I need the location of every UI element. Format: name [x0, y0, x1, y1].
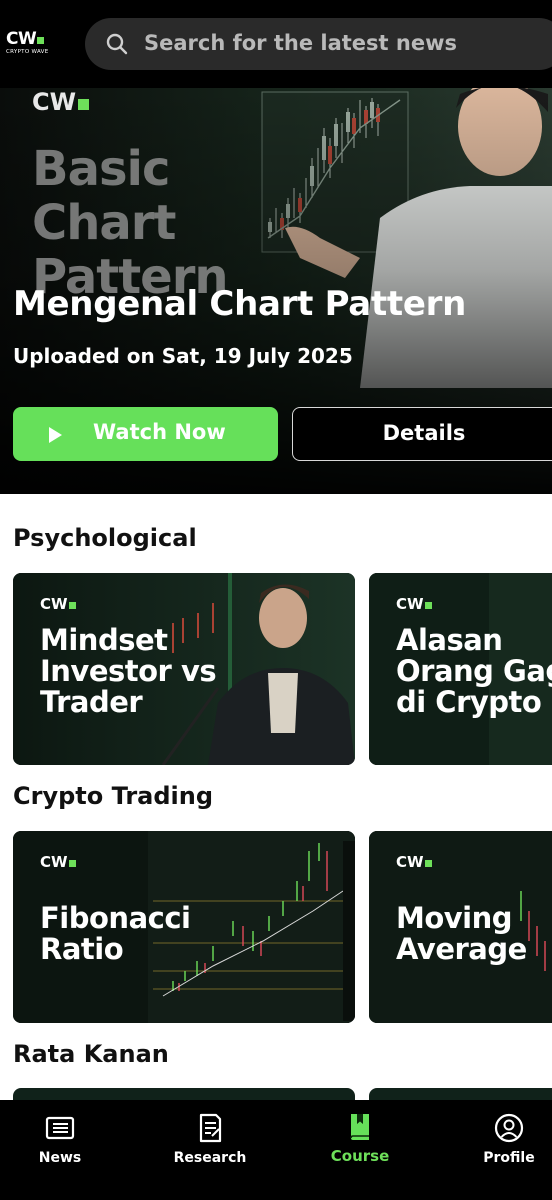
course-card[interactable]: CW Mindset Investor vs Trader	[13, 573, 355, 765]
course-card[interactable]: CW Alasan Orang Gagal di Crypto	[369, 573, 552, 765]
card-title-line: Average	[396, 932, 527, 966]
card-title-line: Moving	[396, 901, 513, 935]
card-logo: CW	[396, 853, 432, 871]
bottom-navigation: News Research Course Profile	[0, 1100, 552, 1200]
nav-research-label: Research	[173, 1150, 247, 1166]
details-label: Details	[382, 421, 466, 445]
nav-news-label: News	[38, 1150, 82, 1166]
logo-subtitle: CRYPTO WAVE	[6, 49, 49, 55]
card-logo-square	[424, 860, 432, 867]
hero-thumb-line: Basic	[32, 141, 170, 197]
watch-now-label: Watch Now	[93, 420, 226, 444]
card-title-line: di Crypto	[396, 685, 542, 719]
card-logo-square	[68, 602, 76, 609]
nav-research[interactable]: Research	[155, 1100, 265, 1200]
card-title-line: Fibonacci	[40, 901, 191, 935]
card-logo-square	[424, 602, 432, 609]
newspaper-icon	[45, 1116, 75, 1140]
card-logo-text: CW	[396, 853, 424, 871]
card-title-line: Orang Gagal	[396, 654, 552, 688]
nav-course[interactable]: Course	[305, 1100, 415, 1200]
top-bar: CW CRYPTO WAVE Search for the latest new…	[0, 0, 552, 88]
hero-thumb-logo-text: CW	[32, 88, 77, 116]
hero-thumb-logo-square	[78, 99, 90, 110]
card-title-line: Trader	[40, 685, 143, 719]
section-title-rata-kanan: Rata Kanan	[13, 1040, 169, 1068]
hero-thumb-line: Chart	[32, 195, 176, 251]
featured-course-banner[interactable]: CW Basic Chart Pattern Mengenal Chart Pa…	[0, 88, 552, 494]
card-title: Alasan Orang Gagal di Crypto	[396, 625, 552, 718]
card-logo-square	[68, 860, 76, 867]
course-card[interactable]: CW Moving Average	[369, 831, 552, 1023]
play-icon	[49, 427, 62, 443]
course-card[interactable]: CW Fibonacci Ratio	[13, 831, 355, 1023]
search-placeholder: Search for the latest news	[144, 31, 457, 55]
nav-news[interactable]: News	[5, 1100, 115, 1200]
card-title: Moving Average	[396, 903, 527, 965]
search-bar[interactable]: Search for the latest news	[85, 18, 552, 70]
document-icon	[199, 1113, 222, 1143]
details-button[interactable]: Details	[292, 407, 552, 461]
section-title-psychological: Psychological	[13, 524, 197, 552]
book-icon	[350, 1114, 369, 1140]
card-title-line: Alasan	[396, 623, 503, 657]
logo-square	[37, 37, 45, 44]
nav-profile-label: Profile	[483, 1150, 535, 1166]
section-title-crypto-trading: Crypto Trading	[13, 782, 214, 810]
card-logo: CW	[40, 595, 76, 613]
hero-title: Mengenal Chart Pattern	[13, 284, 466, 324]
card-logo: CW	[396, 595, 432, 613]
card-title: Mindset Investor vs Trader	[40, 623, 217, 719]
hero-upload-date: Uploaded on Sat, 19 July 2025	[13, 344, 353, 368]
app-logo[interactable]: CW CRYPTO WAVE	[6, 30, 62, 56]
profile-icon	[494, 1113, 524, 1143]
card-title-line: Investor vs	[40, 654, 217, 688]
search-icon	[106, 33, 128, 55]
hero-thumb-text: Basic Chart Pattern	[32, 141, 229, 304]
card-logo-text: CW	[40, 595, 68, 613]
nav-course-label: Course	[330, 1147, 390, 1165]
card-title-line: Ratio	[40, 932, 124, 966]
logo-mark: CW	[6, 29, 37, 49]
card-title: Fibonacci Ratio	[40, 901, 191, 966]
card-logo: CW	[40, 853, 76, 871]
card-logo-text: CW	[396, 595, 424, 613]
card-title-line: Mindset	[40, 623, 168, 657]
watch-now-button[interactable]: Watch Now	[13, 407, 278, 461]
hero-thumb-logo: CW	[32, 88, 90, 116]
nav-profile[interactable]: Profile	[454, 1100, 552, 1200]
card-logo-text: CW	[40, 853, 68, 871]
